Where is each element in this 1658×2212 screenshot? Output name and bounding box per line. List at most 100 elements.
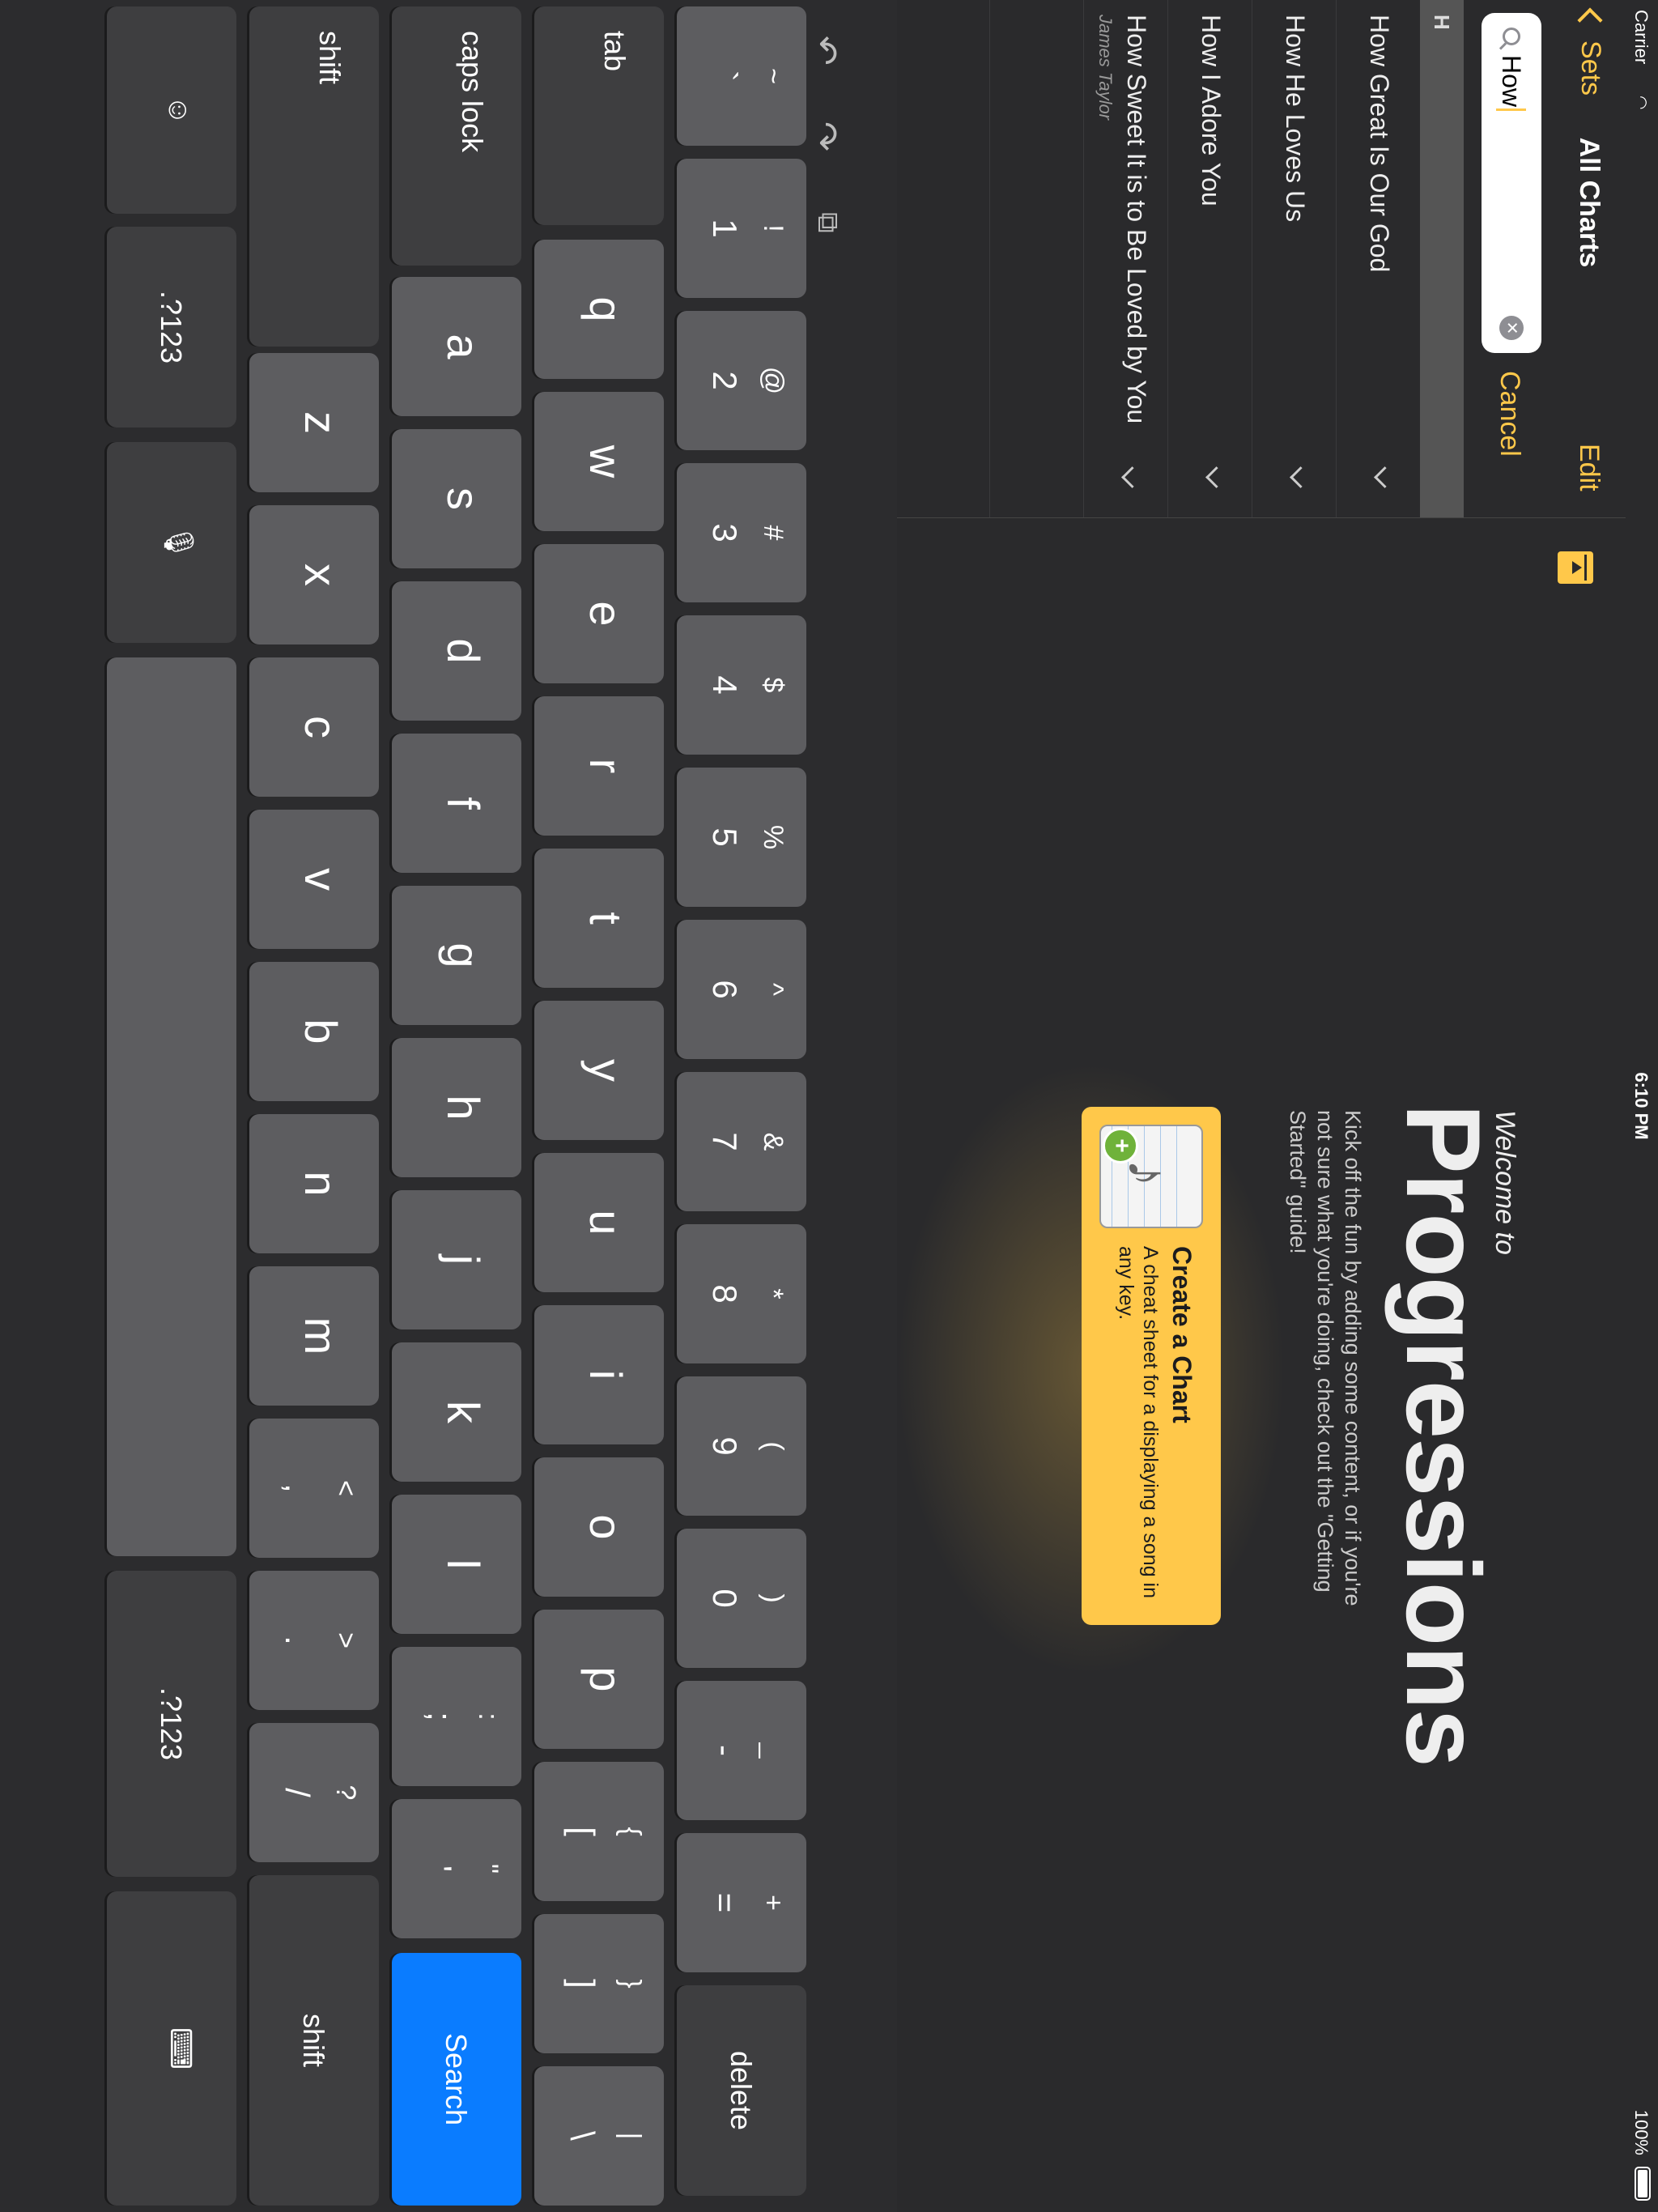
search-key[interactable]: Search [392,1953,521,2206]
key-t[interactable]: t [534,849,664,988]
key-symbol[interactable]: <, [249,1419,379,1558]
key-1[interactable]: ! 1 [677,159,806,298]
clear-search-icon[interactable]: ✕ [1499,316,1524,340]
key-7[interactable]: & 7 [677,1072,806,1211]
key-q[interactable]: q [534,240,664,379]
divider [897,517,1626,518]
key-z[interactable]: z [249,353,379,492]
key-8[interactable]: * 8 [677,1224,806,1363]
key-u[interactable]: u [534,1153,664,1292]
tab-key[interactable]: tab [534,6,664,225]
key-y[interactable]: y [534,1001,664,1140]
key-label: x [295,564,346,586]
numbers-key-right[interactable]: .?123 [107,1571,236,1877]
list-item[interactable]: How I Adore You [1167,0,1252,518]
key-label: Search [440,2032,473,2126]
key-`[interactable]: ~ ` [677,6,806,146]
key-symbol[interactable]: " ' [392,1799,521,1938]
caps-lock-key[interactable]: caps lock [392,6,521,266]
key-label: & [758,1132,789,1151]
key-label: h [438,1095,489,1121]
keyboard: ↶ ↷ ⧉ ~ `! 1 @2 #3 $4% 5 ^ 6 & 7 * 8(9) 0 _ - + = delete ta… [0,0,897,2212]
key-label: f [438,797,489,810]
shift-key-right[interactable]: shift [249,1875,379,2206]
key-6[interactable]: ^ 6 [677,920,806,1059]
paste-icon[interactable]: ⧉ [810,212,845,233]
key-f[interactable]: f [392,734,521,873]
key-0[interactable]: ) 0 [677,1529,806,1668]
card-title: Create a Chart [1167,1246,1197,1423]
sidebar: Sets All Charts Edit How ✕ Cancel H How … [801,0,1626,518]
keyboard-dismiss-key[interactable]: ⌨ [107,1891,236,2206]
key-s[interactable]: s [392,429,521,568]
edit-button[interactable]: Edit [1573,444,1605,491]
microphone-key[interactable]: 🎙 [107,442,236,643]
key-label: shift [297,2013,330,2068]
key-symbol[interactable]: :; [392,1647,521,1786]
key-label: + [758,1895,789,1911]
shift-key-left[interactable]: shift [249,6,379,347]
key-r[interactable]: r [534,696,664,836]
key-5[interactable]: % 5 [677,768,806,907]
key-label: 4 [706,675,744,695]
key-label: 3 [706,523,744,542]
key-label: 7 [706,1132,744,1151]
key-i[interactable]: i [534,1305,664,1444]
key-label: d [438,638,489,664]
key-symbol[interactable]: {[ [534,1762,664,1901]
list-item[interactable]: How He Loves Us [1252,0,1336,518]
key-l[interactable]: l [392,1495,521,1634]
key-symbol[interactable]: | \ [534,2066,664,2206]
key-p[interactable]: p [534,1610,664,1749]
key-label: 6 [706,980,744,999]
chevron-down-icon[interactable] [1121,466,1143,488]
key-g[interactable]: g [392,886,521,1025]
redo-icon[interactable]: ↷ [804,121,845,151]
chevron-down-icon[interactable] [1374,466,1396,488]
key-4[interactable]: $4 [677,615,806,755]
search-input[interactable]: How ✕ [1482,13,1541,353]
chart-note-icon: ♪ + [1099,1125,1203,1228]
key-x[interactable]: x [249,505,379,644]
chevron-down-icon[interactable] [1205,466,1227,488]
key-label: _ [758,1742,789,1759]
emoji-key[interactable]: ☺ [107,6,236,214]
key-j[interactable]: j [392,1190,521,1329]
key-n[interactable]: n [249,1114,379,1253]
key-h[interactable]: h [392,1038,521,1177]
create-chart-card[interactable]: ♪ + Create a Chart A cheat sheet for a d… [1082,1107,1221,1625]
list-item[interactable]: How Great Is Our God [1336,0,1420,518]
key--[interactable]: _ - [677,1681,806,1820]
key-symbol[interactable]: >. [249,1571,379,1710]
app-screen: Carrier ◠ 6:10 PM 100% Sets All Charts E… [0,0,1658,2212]
key-=[interactable]: + = [677,1833,806,1972]
key-label: 2 [706,371,744,390]
delete-key[interactable]: delete [677,1985,806,2196]
cancel-button[interactable]: Cancel [1494,371,1525,457]
key-c[interactable]: c [249,657,379,797]
export-icon[interactable] [1558,551,1593,584]
key-a[interactable]: a [392,277,521,416]
key-d[interactable]: d [392,581,521,721]
key-k[interactable]: k [392,1342,521,1482]
key-symbol[interactable]: }] [534,1914,664,2053]
space-bar[interactable] [107,657,236,1556]
key-e[interactable]: e [534,544,664,683]
key-label: ) [758,1593,789,1603]
list-item[interactable]: How Sweet It is to Be Loved by You James… [1083,0,1167,518]
numbers-key-left[interactable]: .?123 [107,227,236,428]
key-2[interactable]: @2 [677,311,806,450]
key-w[interactable]: w [534,392,664,531]
sidebar-title: All Charts [1574,137,1605,268]
key-3[interactable]: #3 [677,463,806,602]
undo-icon[interactable]: ↶ [804,36,845,66]
key-m[interactable]: m [249,1266,379,1406]
chevron-down-icon[interactable] [1290,466,1312,488]
key-b[interactable]: b [249,962,379,1101]
key-symbol[interactable]: ? / [249,1723,379,1862]
key-v[interactable]: v [249,810,379,949]
search-value[interactable]: How [1496,55,1527,112]
key-label: delete [725,2050,758,2131]
key-9[interactable]: (9 [677,1376,806,1516]
key-o[interactable]: o [534,1457,664,1597]
